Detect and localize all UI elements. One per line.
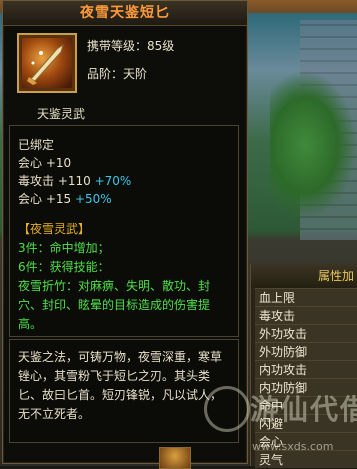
attr-row-ext-def[interactable]: 外功防御: [255, 342, 357, 360]
watermark-text: 游仙代借: [250, 393, 357, 426]
set-bonus-3: 3件：命中增加；: [18, 241, 110, 255]
watermark: 游仙代借 www.sxds.com: [190, 384, 357, 462]
bound-status: 已绑定: [18, 138, 55, 152]
attribute-panel-title: 属性加: [251, 264, 357, 288]
attr-line: 会心 +10: [18, 156, 72, 170]
set-effect: 夜雪折竹：对麻痹、失明、散功、封穴、封印、眩晕的目标造成的伤害提高。: [18, 279, 211, 331]
dagger-icon: [17, 33, 77, 93]
item-title: 夜雪天鉴短匕: [3, 1, 247, 26]
background-tree: [270, 70, 357, 220]
item-grade: 品阶：天阶: [87, 67, 148, 81]
attr-line: 会心 +15 +50%: [18, 192, 112, 206]
set-name: 【夜雪灵武】: [18, 222, 91, 236]
attr-line: 毒攻击 +110 +70%: [18, 174, 132, 188]
item-category: 天鉴灵武: [37, 107, 86, 121]
carry-level: 携带等级：85级: [87, 39, 175, 53]
set-bonus-6: 6件：获得技能：: [18, 260, 110, 274]
attr-row-hp[interactable]: 血上限: [255, 288, 357, 306]
watermark-logo-icon: [204, 386, 250, 432]
attr-row-ext-atk[interactable]: 外功攻击: [255, 324, 357, 342]
attr-row-poison-atk[interactable]: 毒攻击: [255, 306, 357, 324]
attribute-section: 已绑定 会心 +10 毒攻击 +110 +70% 会心 +15 +50% 【夜雪…: [9, 125, 239, 337]
attr-bonus-percent: +50%: [74, 192, 112, 206]
attr-bonus-percent: +70%: [94, 174, 132, 188]
attr-row-int-atk[interactable]: 内功攻击: [255, 360, 357, 378]
watermark-url: www.sxds.com: [252, 440, 334, 453]
